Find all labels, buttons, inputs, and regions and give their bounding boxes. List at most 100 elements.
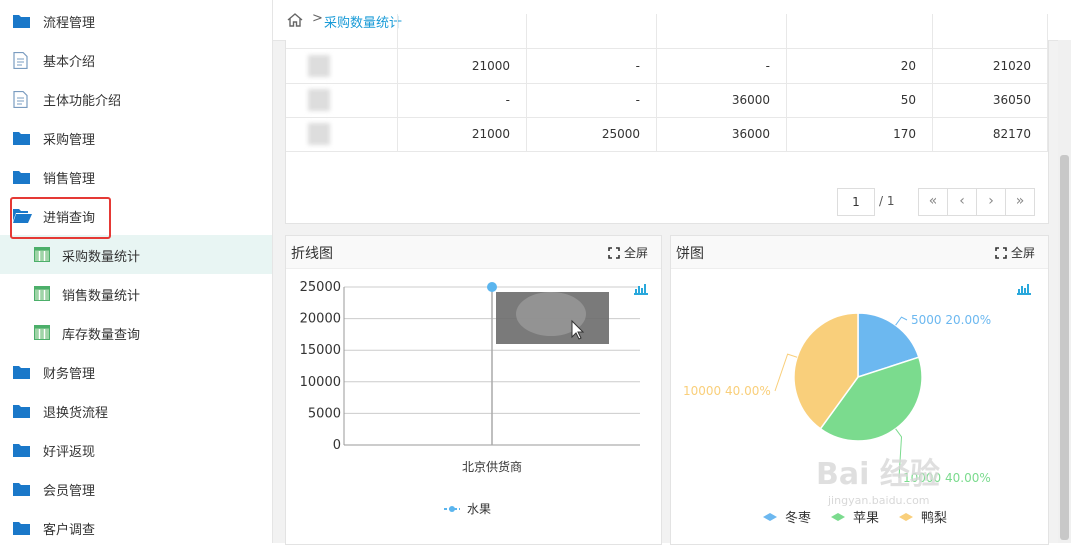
last-page-button[interactable]: » (1005, 188, 1035, 216)
table-cell (933, 14, 1048, 48)
table-icon (34, 325, 51, 340)
line-chart-header: 折线图 全屏 (286, 236, 661, 269)
sidebar-item-label: 财务管理 (43, 367, 96, 382)
first-page-button[interactable]: « (918, 188, 948, 216)
sidebar-item-label: 采购数量统计 (62, 250, 141, 265)
scrollbar-thumb[interactable] (1060, 155, 1069, 540)
pie-slice-label: 5000 20.00% (911, 313, 991, 327)
table-cell (657, 14, 787, 48)
line-fullscreen-button[interactable]: 全屏 (608, 244, 648, 261)
legend-marker (449, 506, 455, 512)
next-page-button[interactable]: › (976, 188, 1006, 216)
folder-icon (13, 13, 30, 28)
folder-icon (13, 169, 30, 184)
pie-label-line (895, 316, 908, 326)
sidebar-item[interactable]: 销售管理 (0, 157, 272, 196)
pie-chart-title: 饼图 (676, 246, 704, 262)
sidebar-item[interactable]: 采购管理 (0, 118, 272, 157)
sidebar-item[interactable]: 客户调查 (0, 508, 272, 547)
highlight-box (10, 197, 111, 239)
sidebar: 流程管理 基本介绍 主体功能介绍 采购管理 销售管理 进销查询 采购数量统计 销售数量统计 库存… (0, 0, 273, 543)
sidebar-item-label: 采购管理 (43, 133, 96, 148)
document-icon (13, 90, 30, 109)
sidebar-item[interactable]: 主体功能介绍 (0, 79, 272, 118)
legend-marker (831, 513, 845, 521)
sidebar-item[interactable]: 退换货流程 (0, 391, 272, 430)
page-number-input[interactable]: 1 (837, 188, 875, 216)
line-chart: 25000 20000 15000 10000 5000 0 北京供货商水果 (300, 280, 648, 516)
sidebar-item-label: 基本介绍 (43, 55, 96, 70)
table-cell: 50 (787, 83, 933, 117)
table-cell (286, 83, 398, 117)
sidebar-item[interactable]: 财务管理 (0, 352, 272, 391)
sidebar-item[interactable]: 好评返现 (0, 430, 272, 469)
table-row: 21000- -20 21020 (286, 49, 1048, 84)
table-row (286, 14, 1048, 49)
pie-chart: 5000 20.00%10000 40.00%10000 40.00%冬枣 苹果鸭… (683, 284, 1031, 526)
table-cell: 20 (787, 49, 933, 83)
sidebar-item-label: 销售管理 (43, 172, 96, 187)
sidebar-item[interactable]: 库存数量查询 (0, 313, 272, 352)
y-tick-label: 10000 (300, 375, 341, 390)
prev-page-button[interactable]: ‹ (947, 188, 977, 216)
bar-chart-icon (1017, 284, 1031, 295)
line-chart-title: 折线图 (291, 246, 333, 262)
y-tick-label: 25000 (300, 280, 341, 295)
table-cell (527, 14, 657, 48)
sidebar-item-label: 流程管理 (43, 16, 96, 31)
folder-icon (13, 130, 30, 145)
fullscreen-icon (995, 246, 1007, 259)
vertical-scrollbar[interactable] (1058, 40, 1071, 543)
y-tick-label: 0 (333, 438, 341, 453)
table-cell: - (398, 83, 527, 117)
table-icon (34, 247, 51, 262)
sidebar-item[interactable]: 采购数量统计 (0, 235, 272, 274)
folder-icon (13, 403, 30, 418)
main-area: > 采购数量统计 1 / 1 « ‹ › » 21000- -20 21020- -3… (273, 0, 1071, 545)
legend-marker (899, 513, 913, 521)
sidebar-item-label: 客户调查 (43, 523, 96, 538)
table-cell: 21000 (398, 49, 527, 83)
pie-chart-panel: 饼图 全屏 5000 20.00% 10000 40.00% 10000 40.00… (670, 235, 1049, 545)
table-cell: 36050 (933, 83, 1048, 117)
sidebar-item-label: 销售数量统计 (62, 289, 141, 304)
folder-icon (13, 520, 30, 535)
table-cell (286, 14, 398, 48)
folder-icon (13, 442, 30, 457)
table-cell (286, 49, 398, 83)
folder-icon (13, 364, 30, 379)
table-cell: 25000 (527, 117, 657, 151)
table-cell (787, 14, 933, 48)
sidebar-item-label: 退换货流程 (43, 406, 109, 421)
x-tick-label: 北京供货商 (462, 459, 522, 474)
table-cell: 36000 (657, 117, 787, 151)
legend-label: 冬枣 (785, 510, 811, 526)
sidebar-item[interactable]: 销售数量统计 (0, 274, 272, 313)
table-row: - -36000 50 36050 (286, 83, 1048, 118)
fullscreen-icon (608, 246, 620, 259)
sidebar-item[interactable]: 会员管理 (0, 469, 272, 508)
document-icon (13, 51, 30, 70)
table-cell (398, 14, 527, 48)
table-cell: - (527, 83, 657, 117)
sidebar-item[interactable]: 流程管理 (0, 1, 272, 40)
blurred-region (308, 89, 330, 111)
bar-chart-icon (634, 284, 648, 295)
sidebar-item[interactable]: 基本介绍 (0, 40, 272, 79)
pie-fullscreen-label: 全屏 (1010, 246, 1035, 260)
legend-marker (763, 513, 777, 521)
table-cell: 82170 (933, 117, 1048, 151)
y-tick-label: 20000 (300, 312, 341, 327)
line-fullscreen-label: 全屏 (623, 246, 648, 260)
y-tick-label: 15000 (300, 343, 341, 358)
pie-fullscreen-button[interactable]: 全屏 (995, 244, 1035, 261)
sidebar-item-label: 好评返现 (43, 445, 96, 460)
sidebar-item-label: 主体功能介绍 (43, 94, 122, 109)
table-cell: 21020 (933, 49, 1048, 83)
table-cell: 170 (787, 117, 933, 151)
watermark-sub: jingyan.baidu.com (827, 494, 930, 507)
pie-slice-label: 10000 40.00% (683, 384, 771, 398)
sidebar-item-label: 会员管理 (43, 484, 96, 499)
table-cell: - (657, 49, 787, 83)
y-tick-label: 5000 (308, 406, 341, 421)
